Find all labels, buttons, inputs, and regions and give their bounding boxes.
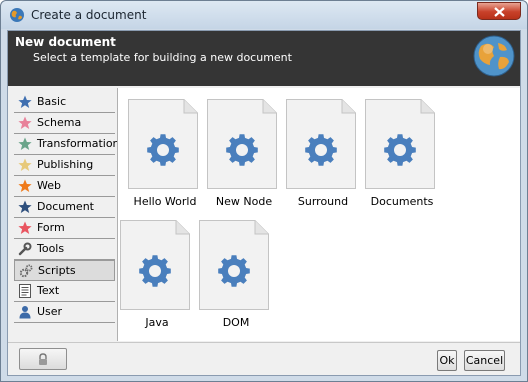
document-page-icon	[286, 99, 356, 189]
document-page-icon	[365, 99, 435, 189]
sidebar-item-user[interactable]: User	[14, 302, 115, 323]
gear-icon	[139, 255, 171, 287]
star-icon	[18, 179, 32, 193]
footer-divider	[8, 342, 520, 343]
title-bar[interactable]: Create a document	[1, 1, 527, 29]
gear-icon	[305, 134, 337, 166]
ok-button[interactable]: Ok	[437, 350, 457, 371]
close-button[interactable]	[477, 2, 521, 20]
category-list: Basic Schema Transformation Publishing Web Do…	[14, 92, 120, 323]
document-page-icon	[128, 99, 198, 189]
template-label: New Node	[215, 195, 273, 208]
star-icon	[18, 200, 32, 214]
gears-icon	[19, 264, 33, 278]
document-page-icon	[120, 220, 190, 310]
sidebar-item-label: Document	[37, 200, 94, 213]
wrench-icon	[18, 242, 32, 256]
sidebar-item-tools[interactable]: Tools	[14, 239, 115, 260]
sidebar-item-transformation[interactable]: Transformation	[14, 134, 120, 155]
template-label: Surround	[297, 195, 349, 208]
header-title: New document	[15, 35, 116, 49]
gear-icon	[218, 255, 250, 287]
sidebar-item-label: Basic	[37, 95, 67, 108]
gear-icon	[226, 134, 258, 166]
header-banner: New document Select a template for build…	[8, 31, 520, 86]
template-label: DOM	[222, 316, 250, 329]
sidebar-item-document[interactable]: Document	[14, 197, 115, 218]
sidebar-item-label: Publishing	[37, 158, 94, 171]
template-label: Hello World	[133, 195, 197, 208]
template-label: Java	[145, 316, 169, 329]
gear-icon	[384, 134, 416, 166]
sidebar-item-label: Schema	[37, 116, 82, 129]
dialog-window: Create a document New document Select a …	[0, 0, 528, 382]
close-icon	[494, 7, 505, 17]
globe-icon	[10, 8, 24, 22]
sidebar-item-schema[interactable]: Schema	[14, 113, 115, 134]
gear-icon	[147, 134, 179, 166]
text-doc-icon	[18, 284, 32, 298]
star-icon	[18, 221, 32, 235]
sidebar-item-basic[interactable]: Basic	[14, 92, 115, 113]
document-page-icon	[207, 99, 277, 189]
globe-icon	[473, 35, 515, 77]
sidebar-item-label: Transformation	[37, 137, 120, 150]
lock-button[interactable]	[19, 348, 67, 370]
template-label: Documents	[370, 195, 434, 208]
sidebar-item-text[interactable]: Text	[14, 281, 115, 302]
sidebar-item-label: Form	[37, 221, 65, 234]
sidebar-item-publishing[interactable]: Publishing	[14, 155, 115, 176]
star-icon	[18, 95, 32, 109]
lock-icon	[39, 353, 47, 365]
star-icon	[18, 137, 32, 151]
header-subtitle: Select a template for building a new doc…	[33, 51, 292, 64]
document-page-icon	[199, 220, 269, 310]
sidebar-item-form[interactable]: Form	[14, 218, 115, 239]
star-icon	[18, 158, 32, 172]
user-icon	[18, 305, 32, 319]
cancel-button[interactable]: Cancel	[464, 350, 505, 371]
sidebar-item-scripts[interactable]: Scripts	[14, 260, 115, 281]
sidebar-item-web[interactable]: Web	[14, 176, 115, 197]
sidebar-item-label: Scripts	[38, 264, 76, 277]
sidebar-item-label: Tools	[37, 242, 65, 255]
dialog-body: New document Select a template for build…	[7, 30, 521, 376]
window-title: Create a document	[31, 8, 147, 22]
sidebar-item-label: Web	[37, 179, 61, 192]
sidebar-item-label: Text	[37, 284, 60, 297]
star-icon	[18, 116, 32, 130]
sidebar-item-label: User	[37, 305, 63, 318]
template-grid: Hello World New Node Surround Documents Java…	[117, 88, 520, 341]
